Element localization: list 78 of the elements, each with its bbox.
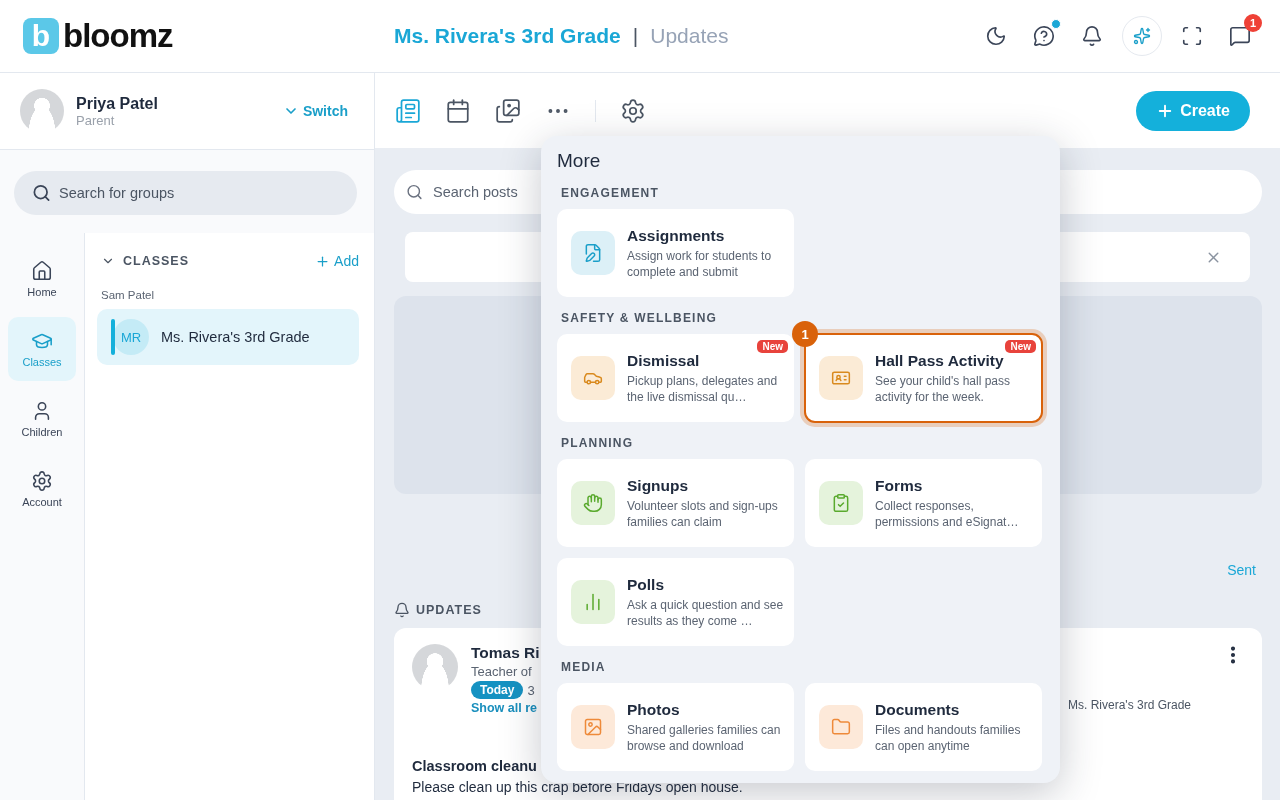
fullscreen-icon <box>1181 25 1203 47</box>
author-role: Teacher of <box>471 664 533 679</box>
calendar-icon[interactable] <box>445 97 471 124</box>
bell-icon <box>1081 25 1103 47</box>
show-all-link[interactable]: Show all re <box>471 701 540 715</box>
folder-icon <box>819 705 863 749</box>
image-icon <box>571 705 615 749</box>
sparkles-icon <box>1133 27 1151 45</box>
menu-card[interactable]: Photos Shared galleries families can browse and download <box>557 683 794 771</box>
card-title: Polls <box>627 575 665 594</box>
search-icon <box>406 183 423 201</box>
class-title: Ms. Rivera's 3rd Grade <box>394 24 621 48</box>
card-description: Files and handouts families can open anytime <box>875 721 1022 754</box>
clipboard-check-icon <box>819 481 863 525</box>
section-heading: ENGAGEMENT <box>561 186 660 200</box>
classes-toggle[interactable]: CLASSES <box>101 254 190 268</box>
moon-icon <box>985 25 1007 47</box>
menu-title: More <box>557 150 602 172</box>
card-description: Assign work for students to complete and submit <box>627 247 773 280</box>
card-description: See your child's hall pass activity for the week. <box>875 372 1012 405</box>
section-heading: PLANNING <box>561 436 635 450</box>
card-title: Documents <box>875 700 960 719</box>
menu-card[interactable]: Forms Collect responses, permissions and eSignat… <box>805 459 1042 547</box>
profile-role: Parent <box>76 112 116 128</box>
count-badge: 1 <box>1244 14 1262 32</box>
settings-icon[interactable] <box>620 97 646 124</box>
bell-icon <box>394 602 410 618</box>
search-icon <box>32 183 51 203</box>
menu-card[interactable]: Signups Volunteer slots and sign-ups families can claim <box>557 459 794 547</box>
account-icon <box>31 470 53 492</box>
child-name: Sam Patel <box>101 289 156 301</box>
hand-icon <box>571 481 615 525</box>
card-title: Photos <box>627 700 680 719</box>
post-title: Classroom cleanu <box>412 758 537 775</box>
card-description: Volunteer slots and sign-ups families can claim <box>627 497 779 530</box>
post-group: Ms. Rivera's 3rd Grade <box>1068 698 1191 712</box>
section-title: Updates <box>650 24 729 48</box>
images-icon[interactable] <box>495 97 521 124</box>
card-title: Hall Pass Activity <box>875 351 1004 370</box>
menu-card[interactable]: Documents Files and handouts families can open anytime <box>805 683 1042 771</box>
profile-name: Priya Patel <box>76 94 159 113</box>
card-title: Assignments <box>627 226 725 245</box>
new-badge: New <box>1005 340 1036 353</box>
nav-item[interactable]: Home <box>8 247 76 311</box>
menu-card[interactable]: Dismissal Pickup plans, delegates and the live dismissal qu… New <box>557 334 794 422</box>
newspaper-icon[interactable] <box>395 97 421 124</box>
nav-item[interactable]: Account <box>8 457 76 521</box>
section-heading: SAFETY & WELLBEING <box>561 311 719 325</box>
file-pen-icon <box>571 231 615 275</box>
card-description: Ask a quick question and see results as they come … <box>627 596 784 629</box>
help-icon <box>1033 25 1055 47</box>
menu-card[interactable]: Assignments Assign work for students to complete and submit <box>557 209 794 297</box>
card-title: Forms <box>875 476 923 495</box>
updates-heading: UPDATES <box>416 603 482 617</box>
card-description: Pickup plans, delegates and the live dismissal qu… <box>627 372 779 405</box>
date-tag: Today <box>471 681 524 699</box>
class-item[interactable]: MR Ms. Rivera's 3rd Grade <box>97 309 359 365</box>
section-heading: MEDIA <box>561 660 607 674</box>
title-separator: | <box>632 24 639 48</box>
card-title: Signups <box>627 476 689 495</box>
brand-name: bloomz <box>63 17 173 55</box>
new-badge: New <box>757 340 788 353</box>
car-icon <box>571 356 615 400</box>
message-icon <box>1229 25 1251 47</box>
card-description: Shared galleries families can browse and download <box>627 721 782 754</box>
logo-mark: b <box>23 18 59 54</box>
bars-icon <box>571 580 615 624</box>
card-description: Collect responses, permissions and eSignat… <box>875 497 1020 530</box>
home-icon <box>31 260 53 282</box>
plus-icon <box>315 253 331 269</box>
nav-item[interactable]: Children <box>8 387 76 451</box>
group-search-field[interactable]: Search for groups <box>14 171 357 215</box>
post-author: Tomas Ri <box>471 644 540 662</box>
step-badge: 1 <box>792 321 818 347</box>
menu-card[interactable]: Polls Ask a quick question and see results as they come … <box>557 558 794 646</box>
id-card-icon <box>819 356 863 400</box>
card-title: Dismissal <box>627 351 700 370</box>
post-time: 3 <box>527 682 535 698</box>
